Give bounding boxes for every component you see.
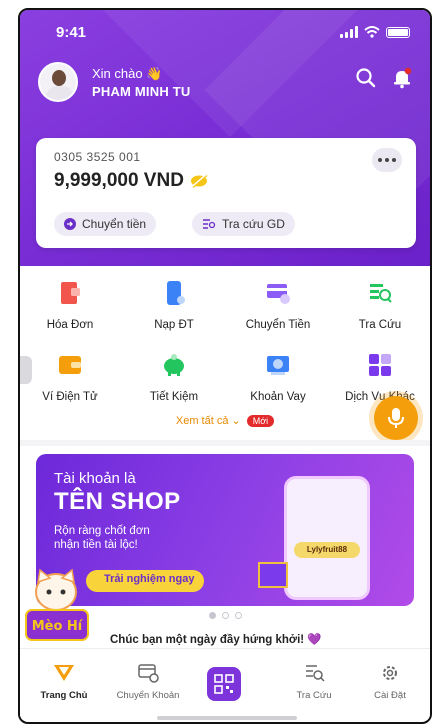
mascot-cat-icon[interactable]: Mèo Hí	[20, 566, 104, 652]
account-number: 0305 3525 001	[54, 150, 141, 164]
service-phone-topup[interactable]: Nạp ĐT	[124, 280, 224, 331]
greeting-text: Xin chào 👋	[92, 65, 163, 81]
tab-settings[interactable]: Cài Đặt	[350, 663, 430, 701]
greeting-block: Xin chào 👋 PHAM MINH TU	[38, 62, 190, 102]
wifi-icon	[364, 26, 380, 38]
wallet-icon	[59, 356, 81, 374]
status-bar: 9:41	[20, 10, 430, 54]
service-e-wallet[interactable]: Ví Điện Tử	[20, 352, 120, 403]
lookup-icon	[203, 219, 216, 229]
tab-home[interactable]: Trang Chủ	[24, 663, 104, 701]
service-loan[interactable]: Khoản Vay	[228, 352, 328, 403]
account-balance: 9,999,000 VND	[54, 170, 184, 191]
new-badge: Mới	[246, 415, 275, 427]
signal-icon	[340, 26, 358, 38]
home-icon	[54, 665, 74, 681]
see-all-link[interactable]: Xem tất cả ⌄ Mới	[20, 414, 430, 427]
phone-topup-icon	[167, 281, 185, 305]
bottom-tab-bar: Trang Chủ Chuyển Khoản Tra Cứu Cài Đặt	[20, 648, 430, 720]
service-savings[interactable]: Tiết Kiệm	[124, 352, 224, 403]
other-services-icon	[369, 354, 391, 376]
lookup-label: Tra cứu GD	[222, 217, 285, 231]
piggy-bank-icon	[164, 354, 184, 376]
service-transfer[interactable]: Chuyển Tiền	[228, 280, 328, 331]
transfer-card-icon	[267, 284, 290, 304]
qr-scan-button[interactable]	[207, 667, 241, 701]
notification-bell-icon[interactable]	[390, 66, 414, 90]
see-all-label: Xem tất cả ⌄	[175, 415, 241, 427]
lookup-icon	[370, 284, 392, 303]
qr-scan-icon	[214, 674, 234, 694]
hide-balance-icon[interactable]	[190, 174, 208, 188]
banner-pagination[interactable]	[20, 612, 430, 619]
more-options-button[interactable]	[372, 148, 402, 172]
banner-title: TÊN SHOP	[54, 488, 181, 515]
tab-lookup[interactable]: Tra Cứu	[274, 663, 354, 701]
lookup-transaction-button[interactable]: Tra cứu GD	[192, 212, 295, 236]
microphone-icon	[388, 408, 404, 428]
banner-line1: Tài khoản là	[54, 470, 136, 487]
app-screen: 9:41 Xin chào 👋 PHAM MINH TU 0305 3525 0…	[18, 8, 432, 724]
settings-icon	[383, 666, 397, 680]
voice-assistant-button[interactable]	[374, 396, 418, 440]
transfer-icon	[138, 664, 159, 683]
service-lookup[interactable]: Tra Cứu	[330, 280, 430, 331]
service-other[interactable]: Dịch Vụ Khác	[330, 352, 430, 403]
search-icon[interactable]	[354, 66, 378, 90]
loan-icon	[267, 356, 289, 375]
home-indicator	[157, 716, 297, 720]
bill-icon	[61, 282, 80, 304]
account-card: 0305 3525 001 9,999,000 VND Chuyển tiền …	[36, 138, 416, 248]
svg-text:Mèo Hí: Mèo Hí	[32, 619, 84, 634]
arrow-right-icon	[64, 218, 76, 230]
lookup-icon	[306, 665, 325, 682]
shop-name-label: Lylyfruit88	[294, 542, 360, 558]
avatar[interactable]	[38, 62, 78, 102]
transfer-button[interactable]: Chuyển tiền	[54, 212, 157, 236]
status-time: 9:41	[56, 24, 87, 41]
battery-icon	[386, 26, 410, 38]
user-name: PHAM MINH TU	[92, 83, 191, 99]
daily-wish-text: Chúc bạn một ngày đầy hứng khởi! 💜	[110, 634, 322, 646]
gift-box-illustration	[258, 562, 288, 588]
transfer-label: Chuyển tiền	[82, 217, 147, 231]
banner-subtitle: Rộn ràng chốt đơn nhận tiền tài lộc!	[54, 525, 150, 551]
service-bill[interactable]: Hóa Đơn	[20, 280, 120, 331]
tab-transfer[interactable]: Chuyển Khoản	[108, 663, 188, 701]
header-hero: 9:41 Xin chào 👋 PHAM MINH TU 0305 3525 0…	[20, 10, 430, 266]
phone-illustration	[284, 476, 370, 600]
